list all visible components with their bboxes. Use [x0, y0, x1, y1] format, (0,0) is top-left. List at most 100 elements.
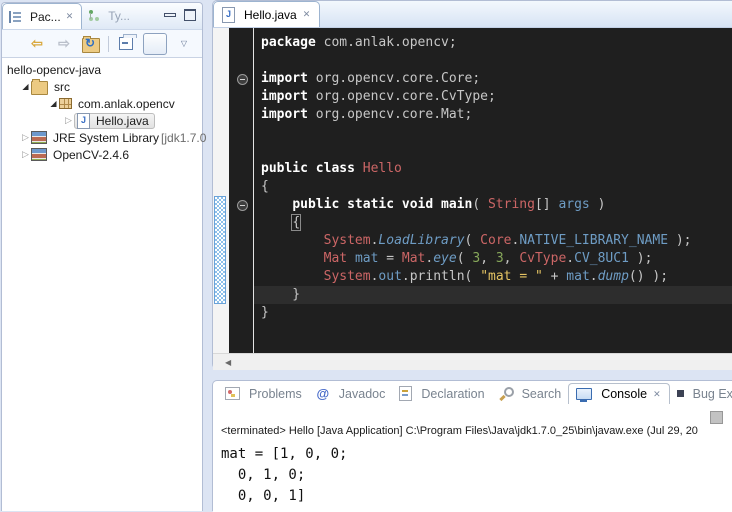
- collapsed-arrow-icon[interactable]: [63, 115, 74, 126]
- code-token: mat: [355, 251, 378, 266]
- code-token: import: [261, 107, 308, 122]
- tab-label: Problems: [249, 387, 302, 401]
- tree-item-label: com.anlak.opencv: [76, 97, 177, 111]
- code-token: []: [535, 197, 558, 212]
- code-area[interactable]: package com.anlak.opencv; import org.ope…: [254, 28, 732, 353]
- view-menu-icon: [181, 39, 187, 48]
- java-file-icon: [77, 113, 90, 129]
- code-token: .: [590, 269, 598, 284]
- link-with-editor-button[interactable]: [143, 33, 167, 55]
- tree-item-hello-java[interactable]: Hello.java: [2, 112, 202, 129]
- terminate-button[interactable]: [710, 411, 723, 424]
- code-token: [261, 251, 324, 266]
- view-tab-label: Pac...: [30, 10, 61, 24]
- code-token: LoadLibrary: [378, 233, 464, 248]
- tree-item-hello-opencv-java[interactable]: hello-opencv-java: [2, 61, 202, 78]
- tab-javadoc[interactable]: Javadoc: [309, 383, 393, 404]
- editor-body: package com.anlak.opencv; import org.ope…: [213, 28, 732, 353]
- code-token: }: [261, 287, 300, 302]
- maximize-icon[interactable]: [184, 9, 196, 21]
- editor-tab-hello-java[interactable]: Hello.java: [213, 1, 320, 27]
- tree-selection: Hello.java: [74, 113, 155, 129]
- code-token: (: [472, 197, 488, 212]
- tree-item-label: OpenCV-2.4.6: [51, 148, 131, 162]
- code-token: "mat = ": [480, 269, 543, 284]
- declaration-icon: [399, 386, 412, 401]
- tab-console[interactable]: Console: [568, 383, 669, 404]
- code-line: [254, 52, 732, 70]
- editor-tabbar: Hello.java: [213, 1, 732, 28]
- minimize-icon[interactable]: [164, 9, 174, 21]
- code-line: import org.opencv.core.Mat;: [254, 106, 732, 124]
- package-explorer-toolbar: [2, 30, 202, 58]
- code-token: org.opencv.core.Core;: [308, 71, 480, 86]
- code-token: (: [465, 233, 481, 248]
- code-line: import org.opencv.core.CvType;: [254, 88, 732, 106]
- view-tabbar: Pac... Ty...: [2, 3, 202, 30]
- code-token: import: [261, 71, 308, 86]
- package-folder-icon: [31, 81, 48, 95]
- view-tab-pac[interactable]: Pac...: [2, 3, 82, 29]
- code-token: [261, 215, 292, 230]
- up-button[interactable]: [81, 34, 101, 54]
- range-indicator: [214, 196, 226, 304]
- tab-search[interactable]: Search: [492, 384, 569, 404]
- scroll-left-icon[interactable]: [225, 358, 231, 367]
- code-token: Hello: [363, 161, 402, 176]
- code-token: [355, 161, 363, 176]
- tab-label: Search: [522, 387, 562, 401]
- code-token: eye: [433, 251, 456, 266]
- close-icon[interactable]: [302, 9, 312, 20]
- code-token: .: [566, 251, 574, 266]
- tree-item-opencv-2-4-6[interactable]: OpenCV-2.4.6: [2, 146, 202, 163]
- tab-bug-explorer[interactable]: Bug Explorer: [670, 384, 732, 404]
- search-icon: [499, 387, 513, 401]
- collapse-all-button[interactable]: [116, 34, 136, 54]
- fold-marker[interactable]: [237, 200, 248, 211]
- code-token: import: [261, 89, 308, 104]
- back-button[interactable]: [27, 34, 47, 54]
- bug-square-icon: [677, 390, 684, 397]
- code-token: package: [261, 35, 316, 50]
- code-token: String: [488, 197, 535, 212]
- code-token: 3: [472, 251, 480, 266]
- tree-item-src[interactable]: src: [2, 78, 202, 95]
- code-token: }: [261, 305, 269, 320]
- code-line: {: [254, 214, 732, 232]
- fold-marker[interactable]: [237, 74, 248, 85]
- tree-item-com-anlak-opencv[interactable]: com.anlak.opencv: [2, 95, 202, 112]
- view-tab-ty[interactable]: Ty...: [82, 3, 137, 29]
- console-content: <terminated> Hello [Java Application] C:…: [213, 406, 732, 512]
- tree-item-decoration: [jdk1.7.0: [161, 131, 206, 145]
- tab-problems[interactable]: Problems: [218, 384, 309, 404]
- package-icon: [59, 98, 72, 109]
- package-explorer-view: Pac... Ty... hello-opencv-javasrc com.anla…: [1, 2, 203, 511]
- close-icon[interactable]: [65, 11, 75, 22]
- tree-item-label: hello-opencv-java: [5, 63, 103, 77]
- collapsed-arrow-icon[interactable]: [20, 149, 31, 160]
- code-token: );: [629, 251, 652, 266]
- forward-icon: [58, 35, 70, 52]
- tab-label: Bug Explorer: [693, 387, 732, 401]
- code-token: ): [590, 197, 606, 212]
- bottom-tabbar: Problems JavadocDeclaration Search Console B…: [213, 381, 732, 406]
- console-output: mat = [1, 0, 0; 0, 1, 0; 0, 0, 1]: [221, 444, 347, 507]
- library-icon: [31, 148, 47, 161]
- tab-declaration[interactable]: Declaration: [392, 383, 491, 404]
- code-line: public class Hello: [254, 160, 732, 178]
- code-token: public class: [261, 161, 355, 176]
- library-icon: [31, 131, 47, 144]
- view-menu-button[interactable]: [174, 34, 194, 54]
- code-token: =: [378, 251, 401, 266]
- horizontal-scrollbar[interactable]: [213, 353, 732, 370]
- tree-item-jre-system-library[interactable]: JRE System Library [jdk1.7.0: [2, 129, 202, 146]
- close-icon[interactable]: [652, 389, 662, 400]
- collapsed-arrow-icon[interactable]: [20, 132, 31, 143]
- expanded-arrow-icon[interactable]: [48, 99, 59, 108]
- code-token: public static void main: [292, 197, 472, 212]
- code-token: com.anlak.opencv;: [316, 35, 457, 50]
- expanded-arrow-icon[interactable]: [20, 82, 31, 91]
- toolbar-separator: [108, 36, 109, 52]
- code-token: org.opencv.core.CvType;: [308, 89, 496, 104]
- forward-button[interactable]: [54, 34, 74, 54]
